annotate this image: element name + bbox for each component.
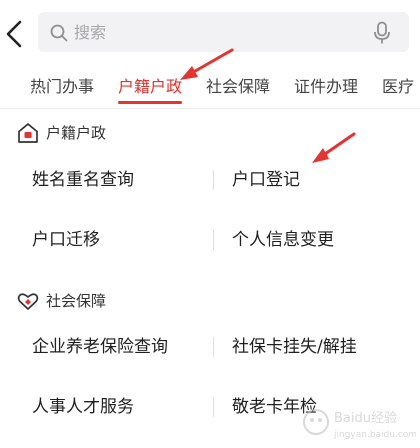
service-name-duplicate-query[interactable]: 姓名重名查询 bbox=[32, 168, 134, 192]
tabs-divider bbox=[0, 108, 420, 109]
service-hr-talent[interactable]: 人事人才服务 bbox=[32, 395, 134, 419]
column-divider bbox=[213, 337, 214, 357]
section-title: 户籍户政 bbox=[46, 124, 107, 142]
tab-household-registration[interactable]: 户籍户政 bbox=[118, 76, 182, 98]
chevron-left-icon bbox=[6, 20, 22, 48]
column-divider bbox=[213, 170, 214, 190]
service-household-transfer[interactable]: 户口迁移 bbox=[32, 228, 100, 252]
watermark-url: jingyan.baidu.com bbox=[333, 430, 416, 440]
service-personal-info-change[interactable]: 个人信息变更 bbox=[232, 228, 334, 252]
tab-hot-services[interactable]: 热门办事 bbox=[30, 76, 94, 98]
tab-medical[interactable]: 医疗 bbox=[382, 76, 414, 98]
service-social-card-loss-report[interactable]: 社保卡挂失/解挂 bbox=[232, 335, 357, 359]
house-icon bbox=[18, 123, 38, 143]
tab-social-security[interactable]: 社会保障 bbox=[206, 76, 270, 98]
baidu-jingyan-watermark: Baidu经验 jingyan.baidu.com bbox=[300, 400, 417, 442]
section-header-social-security: 社会保障 bbox=[16, 289, 216, 313]
back-button[interactable] bbox=[2, 14, 30, 54]
heart-hand-icon bbox=[17, 293, 39, 310]
column-divider bbox=[213, 230, 214, 250]
active-tab-indicator bbox=[118, 101, 182, 104]
section-title: 社会保障 bbox=[46, 292, 107, 310]
column-divider bbox=[213, 397, 214, 417]
category-tabs: 热门办事 户籍户政 社会保障 证件办理 医疗 bbox=[0, 62, 420, 108]
service-household-registration[interactable]: 户口登记 bbox=[232, 168, 300, 192]
search-icon bbox=[50, 24, 68, 42]
tab-certificates[interactable]: 证件办理 bbox=[294, 76, 358, 98]
search-input[interactable]: 搜索 bbox=[74, 22, 106, 44]
microphone-icon[interactable] bbox=[373, 21, 391, 45]
service-pension-insurance-query[interactable]: 企业养老保险查询 bbox=[32, 335, 168, 359]
section-header-household: 户籍户政 bbox=[16, 121, 216, 145]
watermark-site: Baidu经验 bbox=[334, 410, 397, 426]
annotation-arrow-item bbox=[312, 132, 356, 163]
